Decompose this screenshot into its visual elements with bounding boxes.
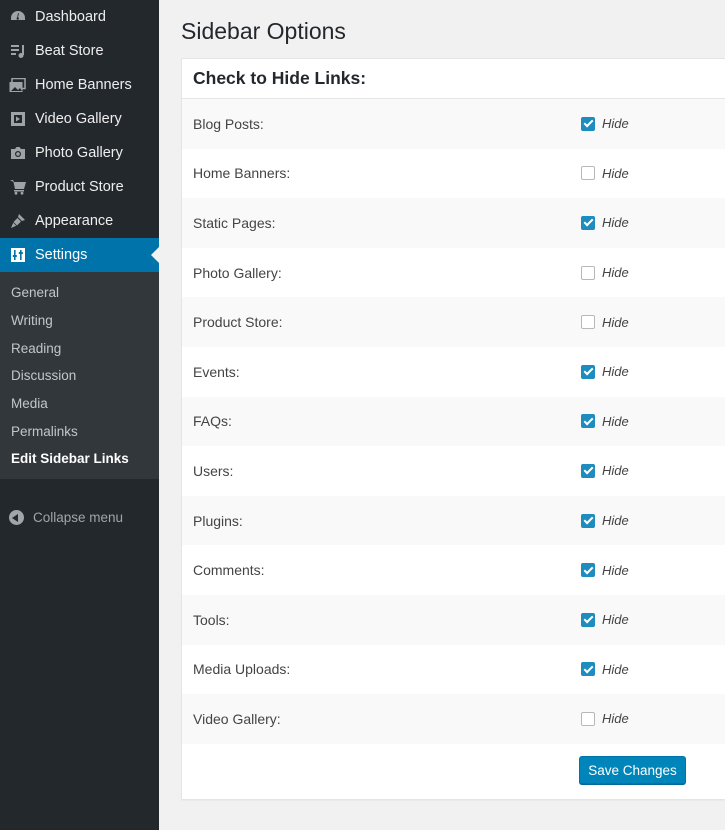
hide-checkbox[interactable] [581,116,595,131]
hide-checkbox[interactable] [581,166,595,181]
option-row: Events: Hide [182,347,725,397]
hide-label: Hide [602,463,629,479]
hide-checkbox[interactable] [581,364,595,379]
option-row: Media Uploads: Hide [182,645,725,695]
menu-item-label: Settings [35,247,88,263]
hide-label: Hide [602,513,629,529]
dashboard-icon [8,8,27,26]
hide-label: Hide [602,364,629,380]
menu-item-appearance[interactable]: Appearance [0,204,159,238]
option-label: Product Store: [193,314,283,331]
hide-checkbox[interactable] [581,315,595,330]
menu-item-product-store[interactable]: Product Store [0,170,159,204]
hide-label: Hide [602,215,629,231]
collapse-menu-label: Collapse menu [33,510,124,526]
hide-label: Hide [602,265,629,281]
submenu-item-media[interactable]: Media [0,390,159,418]
menu-item-label: Photo Gallery [35,145,123,161]
panel-heading: Check to Hide Links: [182,59,725,99]
hide-label: Hide [602,165,629,181]
menu-item-photo-gallery[interactable]: Photo Gallery [0,136,159,170]
hide-label: Hide [602,562,629,578]
menu-item-beat-store[interactable]: Beat Store [0,34,159,68]
option-row: Static Pages: Hide [182,198,725,248]
hide-checkbox[interactable] [581,662,595,677]
images-icon [8,76,27,94]
option-label: Comments: [193,562,265,579]
hide-label: Hide [602,711,629,727]
menu-item-label: Appearance [35,213,114,229]
hide-checkbox[interactable] [581,612,595,627]
menu-item-video-gallery[interactable]: Video Gallery [0,102,159,136]
hide-label: Hide [602,661,629,677]
settings-icon [8,246,27,264]
submenu-item-permalinks[interactable]: Permalinks [0,417,159,445]
option-label: Blog Posts: [193,115,264,132]
menu-item-dashboard[interactable]: Dashboard [0,0,159,34]
option-label: Events: [193,363,240,380]
option-label: Photo Gallery: [193,264,282,281]
submenu-item-general[interactable]: General [0,279,159,307]
menu-item-settings[interactable]: Settings [0,238,159,272]
option-row: FAQs: Hide [182,396,725,447]
menu-item-label: Beat Store [35,43,104,59]
page-title: Sidebar Options [181,18,346,44]
admin-sidebar: Dashboard Beat Store Home Banners Video … [0,0,159,830]
hide-checkbox[interactable] [581,463,595,478]
option-row: Comments: Hide [182,545,725,595]
hide-label: Hide [602,314,629,330]
option-label: Plugins: [193,512,243,529]
option-row: Photo Gallery: Hide [182,248,725,298]
option-label: Home Banners: [193,165,291,182]
option-row: Video Gallery: Hide [182,694,725,744]
option-row: Users: Hide [182,446,725,496]
collapse-menu-button[interactable]: Collapse menu [0,501,159,535]
hide-checkbox[interactable] [581,513,595,528]
hide-label: Hide [602,413,629,429]
menu-item-label: Video Gallery [35,111,122,127]
video-icon [8,110,27,128]
hide-checkbox[interactable] [581,265,595,280]
settings-submenu: General Writing Reading Discussion Media… [0,272,159,479]
submenu-item-discussion[interactable]: Discussion [0,362,159,390]
options-list: Blog Posts: Hide Home Banners: Hide Static P… [182,99,725,744]
option-row: Product Store: Hide [182,297,725,347]
collapse-arrow-icon [9,510,24,526]
hide-checkbox[interactable] [581,215,595,230]
menu-item-label: Product Store [35,179,124,195]
option-label: Video Gallery: [193,710,281,727]
main-content: Sidebar Options Check to Hide Links: Blo… [159,0,725,830]
submenu-item-reading[interactable]: Reading [0,334,159,362]
option-row: Tools: Hide [182,594,725,645]
hide-checkbox[interactable] [581,711,595,726]
sidebar-options-panel: Check to Hide Links: Blog Posts: Hide Home… [181,58,725,800]
submenu-item-edit-sidebar-links[interactable]: Edit Sidebar Links [0,445,159,473]
menu-item-home-banners[interactable]: Home Banners [0,68,159,102]
hide-label: Hide [602,612,629,628]
menu-item-label: Home Banners [35,77,132,93]
brush-icon [8,212,27,230]
option-label: FAQs: [193,413,232,430]
camera-icon [8,144,27,162]
submenu-item-writing[interactable]: Writing [0,307,159,335]
save-changes-button[interactable]: Save Changes [579,756,686,784]
option-row: Plugins: Hide [182,495,725,546]
hide-label: Hide [602,116,629,132]
music-icon [8,42,27,60]
cart-icon [8,178,27,196]
hide-checkbox[interactable] [581,563,595,578]
option-row: Home Banners: Hide [182,149,725,199]
option-label: Static Pages: [193,214,276,231]
option-label: Media Uploads: [193,661,291,678]
option-label: Tools: [193,611,230,628]
option-row: Blog Posts: Hide [182,99,725,149]
hide-checkbox[interactable] [581,414,595,429]
menu-item-label: Dashboard [35,9,106,25]
option-label: Users: [193,462,234,479]
